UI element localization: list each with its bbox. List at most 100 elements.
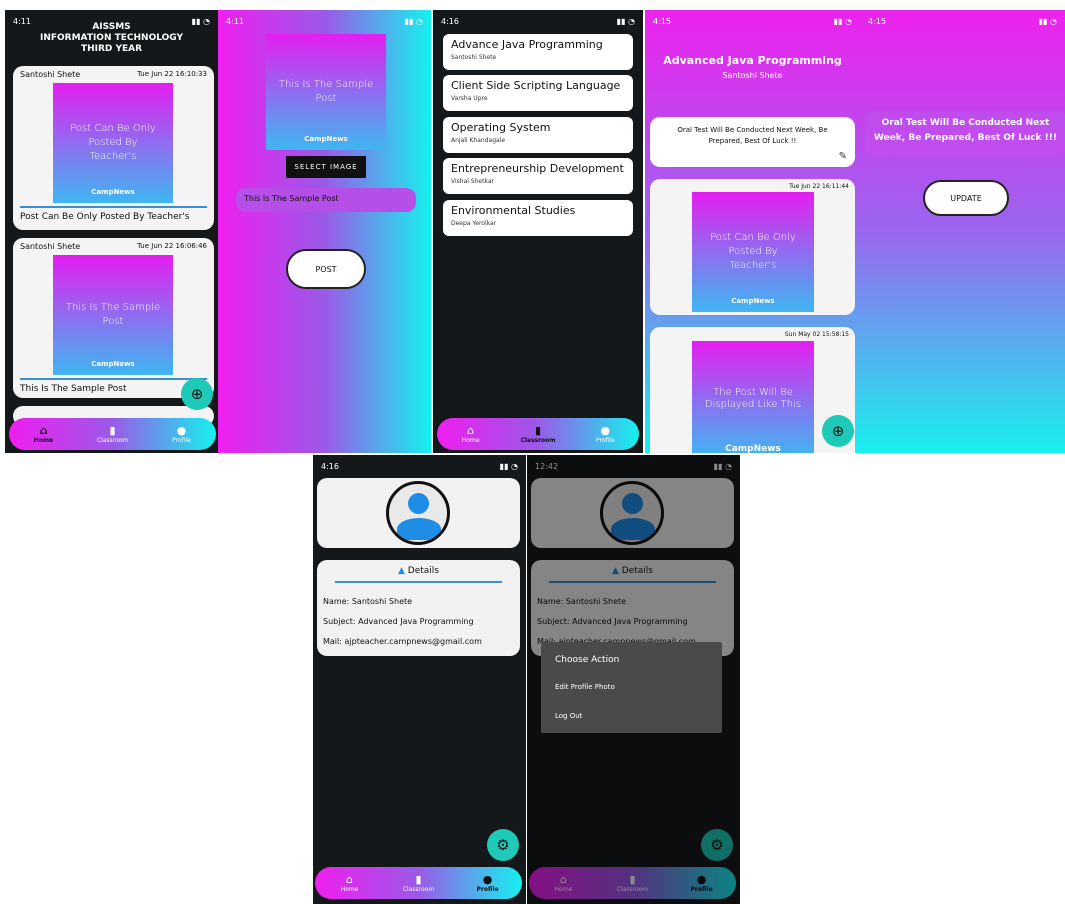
nav-profile[interactable]: ● Profile — [147, 418, 216, 450]
subject-name: Environmental Studies — [451, 204, 576, 217]
brand-label: CampNews — [304, 135, 348, 143]
post-card[interactable]: Santoshi Shete Tue Jun 22 16:06:46 This … — [13, 238, 214, 398]
status-bar: 4:11 ▮▮ ◔ — [218, 10, 431, 32]
brand-label: CampNews — [91, 188, 135, 196]
status-time: 4:16 — [321, 461, 339, 471]
divider — [20, 206, 207, 208]
caption-input[interactable]: This Is The Sample Post — [236, 188, 416, 212]
status-bar: 4:16 ▮▮ ◔ — [433, 10, 643, 32]
subject-card[interactable]: Entrepreneurship Development Vishal Shetk… — [443, 158, 633, 194]
add-post-button[interactable]: ⊕ — [822, 415, 854, 447]
avatar-card — [317, 478, 520, 548]
nav-home[interactable]: ⌂ Home — [437, 418, 504, 450]
post-date: Tue Jun 22 16:11:44 — [789, 183, 849, 190]
screen-profile: 4:16 ▮▮ ◔ ▲ Details Name: Santoshi Shete … — [313, 455, 526, 904]
nav-home-label: Home — [340, 885, 359, 893]
dialog-title: Choose Action — [555, 655, 620, 665]
post-caption: This Is The Sample Post — [20, 384, 127, 394]
post-card[interactable]: Tue Jun 22 16:11:44 Post Can Be Only Pos… — [650, 179, 855, 315]
post-caption: Post Can Be Only Posted By Teacher's — [20, 212, 190, 222]
action-dialog: Choose Action Edit Profile Photo Log Out — [541, 642, 722, 733]
screen-profile-dialog: 12:42 ▮▮ ◔ ▲ Details Name: Santoshi Shete… — [527, 455, 740, 904]
nav-classroom[interactable]: ▮ Classroom — [78, 418, 147, 450]
nav-classroom[interactable]: ▮ Classroom — [384, 867, 453, 899]
subject-card[interactable]: Advance Java Programming Santoshi Shete — [443, 34, 633, 70]
status-bar: 4:16 ▮▮ ◔ — [313, 455, 526, 477]
nav-home-label: Home — [33, 436, 54, 444]
preview-image: This Is The Sample Post CampNews — [266, 34, 386, 150]
post-card[interactable]: Santoshi Shete Tue Jun 22 16:10:33 Post … — [13, 66, 214, 230]
subject-teacher: Vishal Shetkar — [451, 178, 494, 185]
notice-input[interactable]: Oral Test Will Be Conducted Next Week, B… — [866, 111, 1065, 155]
subject-name: Operating System — [451, 121, 551, 134]
divider — [20, 378, 207, 380]
status-icons: ▮▮ ◔ — [1038, 16, 1057, 26]
bottom-nav: ⌂ Home ▮ Classroom ● Profile — [437, 418, 639, 450]
post-date: Tue Jun 22 16:06:46 — [137, 242, 207, 250]
nav-home[interactable]: ⌂ Home — [315, 867, 384, 899]
post-image: This Is The Sample Post CampNews — [53, 255, 173, 375]
post-button[interactable]: POST — [286, 249, 366, 289]
nav-classroom[interactable]: ▮ Classroom — [504, 418, 571, 450]
post-date: Sun May 02 15:58:15 — [784, 331, 849, 338]
book-icon: ▮ — [415, 872, 422, 886]
subject-teacher: Deepa Yerolkar — [451, 220, 497, 227]
log-out-option[interactable]: Log Out — [555, 712, 582, 720]
nav-home[interactable]: ⌂ Home — [9, 418, 78, 450]
post-image: Post Can Be Only Posted By Teacher's Cam… — [53, 83, 173, 203]
nav-profile-label: Profile — [595, 436, 615, 444]
subject-teacher: Santoshi Shete — [451, 54, 497, 61]
person-icon: ▲ — [398, 566, 405, 576]
subject-name: Advance Java Programming — [451, 38, 603, 51]
post-author: Santoshi Shete — [20, 242, 81, 251]
subject-card[interactable]: Client Side Scripting Language Varsha Upr… — [443, 75, 633, 111]
subject-teacher: Anjali Khandagale — [451, 137, 506, 144]
bottom-nav: ⌂ Home ▮ Classroom ● Profile — [9, 418, 216, 450]
subject-card[interactable]: Operating System Anjali Khandagale — [443, 117, 633, 153]
update-button[interactable]: UPDATE — [923, 180, 1009, 216]
status-icons: ▮▮ ◔ — [499, 461, 518, 471]
status-icons: ▮▮ ◔ — [616, 16, 635, 26]
header-department: INFORMATION TECHNOLOGY — [39, 33, 183, 43]
header-year: THIRD YEAR — [80, 44, 143, 54]
status-time: 4:16 — [441, 16, 459, 26]
nav-classroom-label: Classroom — [520, 436, 556, 444]
home-icon: ⌂ — [467, 423, 475, 437]
screen-create-post: 4:11 ▮▮ ◔ This Is The Sample Post CampNew… — [218, 10, 431, 453]
avatar-body — [397, 518, 441, 540]
nav-classroom-label: Classroom — [96, 436, 129, 444]
nav-profile-label: Profile — [476, 885, 499, 893]
subject-card[interactable]: Environmental Studies Deepa Yerolkar — [443, 200, 633, 236]
nav-profile[interactable]: ● Profile — [572, 418, 639, 450]
post-date: Tue Jun 22 16:10:33 — [137, 70, 207, 78]
details-title: Details — [407, 566, 439, 576]
account-icon: ● — [176, 423, 187, 437]
nav-home-label: Home — [461, 436, 480, 444]
avatar-icon — [408, 493, 429, 514]
home-icon: ⌂ — [346, 872, 353, 886]
brand-label: CampNews — [731, 297, 775, 305]
screen-home-feed: 4:11 ▮▮ ◔ AISSMS INFORMATION TECHNOLOGY T… — [5, 10, 218, 453]
subject-name: Client Side Scripting Language — [451, 79, 621, 92]
select-image-button[interactable]: SELECT IMAGE — [286, 156, 366, 178]
edit-profile-photo-option[interactable]: Edit Profile Photo — [555, 683, 615, 691]
home-icon: ⌂ — [39, 423, 48, 437]
status-time: 4:11 — [226, 16, 244, 26]
profile-name: Name: Santoshi Shete — [323, 597, 413, 606]
book-icon: ▮ — [534, 423, 542, 437]
status-bar: 4:15 ▮▮ ◔ — [860, 10, 1065, 32]
subject-teacher: Varsha Upre — [451, 95, 488, 102]
nav-profile[interactable]: ● Profile — [453, 867, 522, 899]
edit-icon[interactable]: ✎ — [839, 151, 847, 162]
details-header: ▲ Details — [317, 566, 520, 576]
settings-button[interactable]: ⚙ — [487, 829, 519, 861]
account-icon: ● — [600, 423, 611, 437]
details-card: ▲ Details Name: Santoshi Shete Subject: … — [317, 560, 520, 656]
status-time: 4:15 — [868, 16, 886, 26]
brand-label: CampNews — [91, 360, 135, 368]
avatar[interactable] — [386, 481, 450, 545]
book-icon: ▮ — [109, 423, 116, 437]
add-post-button[interactable]: ⊕ — [181, 378, 213, 410]
brand-label: CampNews — [725, 444, 781, 453]
post-image: Post Can Be Only Posted By Teacher's Cam… — [692, 192, 814, 312]
